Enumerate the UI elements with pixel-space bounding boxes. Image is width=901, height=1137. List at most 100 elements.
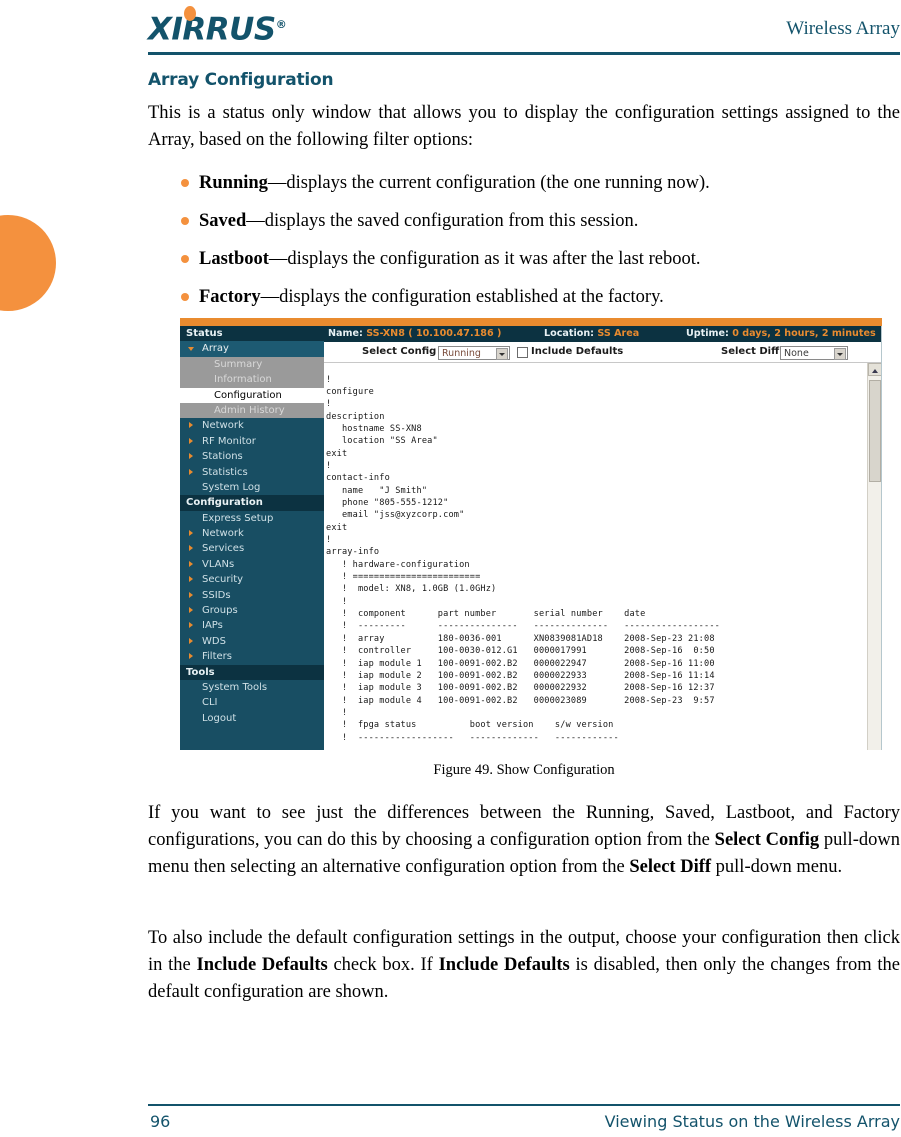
sidebar-item-logout[interactable]: Logout bbox=[180, 711, 324, 726]
sidebar-item-label: Security bbox=[202, 574, 244, 586]
include-defaults-checkbox[interactable] bbox=[517, 347, 528, 358]
para3-include-defaults-term-2: Include Defaults bbox=[438, 955, 570, 975]
bullet-dot-icon bbox=[181, 217, 189, 225]
sidebar-item-network[interactable]: Network bbox=[180, 526, 324, 541]
paragraph-select-diff: If you want to see just the differences … bbox=[148, 800, 900, 881]
include-defaults-label[interactable]: Include Defaults bbox=[531, 346, 623, 357]
sidebar-item-wds[interactable]: WDS bbox=[180, 634, 324, 649]
list-item: Saved—displays the saved configuration f… bbox=[148, 208, 900, 234]
sidebar-item-label: Stations bbox=[202, 451, 243, 463]
sidebar-item-services[interactable]: Services bbox=[180, 541, 324, 556]
sidebar-item-admin-history[interactable]: Admin History bbox=[180, 402, 324, 419]
para2-select-diff-term: Select Diff bbox=[629, 857, 712, 877]
sidebar-item-vlans[interactable]: VLANs bbox=[180, 557, 324, 572]
sidebar-item-label: Status bbox=[186, 328, 223, 339]
sidebar-item-label: IAPs bbox=[202, 620, 223, 632]
sidebar-item-iaps[interactable]: IAPs bbox=[180, 618, 324, 633]
app-status-bar: Name: SS-XN8 ( 10.100.47.186 ) Location:… bbox=[324, 326, 882, 342]
bullet-desc: —displays the current configuration (the… bbox=[267, 173, 710, 193]
chevron-right-icon[interactable] bbox=[189, 607, 193, 614]
select-config-dropdown[interactable]: Running bbox=[438, 346, 510, 360]
sidebar-item-label: Admin History bbox=[214, 404, 285, 416]
app-filter-toolbar: Select Config Running Include Defaults S… bbox=[324, 342, 882, 363]
select-config-label: Select Config bbox=[362, 346, 437, 357]
logo-registered-mark: ® bbox=[275, 18, 287, 31]
chevron-right-icon[interactable] bbox=[189, 453, 193, 460]
output-vertical-scrollbar[interactable] bbox=[867, 363, 882, 750]
sidebar-item-express-setup[interactable]: Express Setup bbox=[180, 511, 324, 526]
chevron-right-icon[interactable] bbox=[189, 637, 193, 644]
select-diff-value: None bbox=[784, 348, 809, 359]
chevron-down-icon[interactable] bbox=[834, 348, 846, 360]
status-location-label: Location: bbox=[544, 328, 594, 339]
footer-running-title-wrap: Viewing Status on the Wireless Array bbox=[148, 1112, 900, 1132]
sidebar-item-label: Express Setup bbox=[202, 512, 274, 524]
bullet-dot-icon bbox=[181, 179, 189, 187]
chevron-right-icon[interactable] bbox=[189, 422, 193, 429]
app-main-pane: Name: SS-XN8 ( 10.100.47.186 ) Location:… bbox=[324, 326, 882, 750]
sidebar-item-network[interactable]: Network bbox=[180, 418, 324, 433]
chevron-right-icon[interactable] bbox=[189, 468, 193, 475]
sidebar-item-label: SSIDs bbox=[202, 589, 231, 601]
chevron-right-icon[interactable] bbox=[189, 437, 193, 444]
select-diff-dropdown[interactable]: None bbox=[780, 346, 848, 360]
chevron-down-icon[interactable] bbox=[188, 346, 194, 351]
logo-wordmark: XIRRUS® bbox=[148, 8, 318, 46]
sidebar-item-information[interactable]: Information bbox=[180, 372, 324, 388]
logo-dot-icon bbox=[184, 6, 196, 21]
status-uptime: Uptime: 0 days, 2 hours, 2 minutes bbox=[686, 326, 876, 342]
sidebar-item-stations[interactable]: Stations bbox=[180, 449, 324, 464]
chevron-right-icon[interactable] bbox=[189, 576, 193, 583]
select-diff-label: Select Diff bbox=[721, 346, 780, 357]
sidebar-item-configuration[interactable]: Configuration bbox=[180, 387, 324, 403]
scroll-up-arrow-icon[interactable] bbox=[868, 363, 882, 376]
figure-right-border bbox=[881, 326, 882, 750]
sidebar-item-cli[interactable]: CLI bbox=[180, 695, 324, 710]
configuration-output-pane: ! configure ! description hostname SS-XN… bbox=[324, 363, 882, 750]
bullet-desc: —displays the configuration as it was af… bbox=[268, 249, 701, 269]
footer-running-title: Viewing Status on the Wireless Array bbox=[604, 1112, 900, 1131]
para3-c: check box. If bbox=[327, 955, 439, 975]
footer-divider bbox=[148, 1104, 900, 1106]
sidebar-item-label: WDS bbox=[202, 635, 226, 647]
sidebar-item-label: Filters bbox=[202, 651, 232, 663]
sidebar-item-label: Information bbox=[214, 374, 272, 386]
sidebar-item-array[interactable]: Array bbox=[180, 341, 324, 357]
chevron-right-icon[interactable] bbox=[189, 560, 193, 567]
intro-paragraph: This is a status only window that allows… bbox=[148, 103, 900, 150]
sidebar-item-system-tools[interactable]: System Tools bbox=[180, 680, 324, 695]
chevron-right-icon[interactable] bbox=[189, 545, 193, 552]
sidebar-item-system-log[interactable]: System Log bbox=[180, 480, 324, 495]
chevron-right-icon[interactable] bbox=[189, 530, 193, 537]
sidebar-item-label: CLI bbox=[202, 697, 218, 709]
sidebar-item-label: Summary bbox=[214, 358, 263, 370]
chevron-right-icon[interactable] bbox=[189, 653, 193, 660]
sidebar-item-label: Configuration bbox=[214, 389, 282, 401]
para2-e: pull-down menu. bbox=[711, 857, 843, 877]
chevron-right-icon[interactable] bbox=[189, 591, 193, 598]
sidebar-item-label: Statistics bbox=[202, 466, 248, 478]
sidebar-item-label: System Tools bbox=[202, 681, 268, 693]
status-name-label: Name: bbox=[328, 328, 363, 339]
sidebar-item-groups[interactable]: Groups bbox=[180, 603, 324, 618]
paragraph-include-defaults: To also include the default configuratio… bbox=[148, 925, 900, 1006]
sidebar-item-filters[interactable]: Filters bbox=[180, 649, 324, 664]
chevron-down-icon[interactable] bbox=[496, 348, 508, 360]
scrollbar-thumb[interactable] bbox=[869, 380, 881, 482]
app-sidebar[interactable]: Status Array Summary Information Configurati… bbox=[180, 326, 324, 750]
sidebar-item-label: Configuration bbox=[186, 497, 263, 509]
app-accent-bar bbox=[180, 318, 882, 326]
header-running-title: Wireless Array bbox=[786, 18, 900, 39]
header-divider bbox=[148, 52, 900, 55]
sidebar-item-ssids[interactable]: SSIDs bbox=[180, 588, 324, 603]
status-uptime-label: Uptime: bbox=[686, 328, 729, 339]
sidebar-item-status: Status bbox=[180, 326, 324, 342]
page-header: XIRRUS® Wireless Array bbox=[148, 0, 900, 54]
configuration-output-text: ! configure ! description hostname SS-XN… bbox=[326, 374, 720, 743]
sidebar-item-summary[interactable]: Summary bbox=[180, 356, 324, 373]
chevron-right-icon[interactable] bbox=[189, 622, 193, 629]
sidebar-item-security[interactable]: Security bbox=[180, 572, 324, 587]
sidebar-item-label: Network bbox=[202, 420, 244, 432]
sidebar-item-rf-monitor[interactable]: RF Monitor bbox=[180, 434, 324, 449]
sidebar-item-statistics[interactable]: Statistics bbox=[180, 465, 324, 480]
